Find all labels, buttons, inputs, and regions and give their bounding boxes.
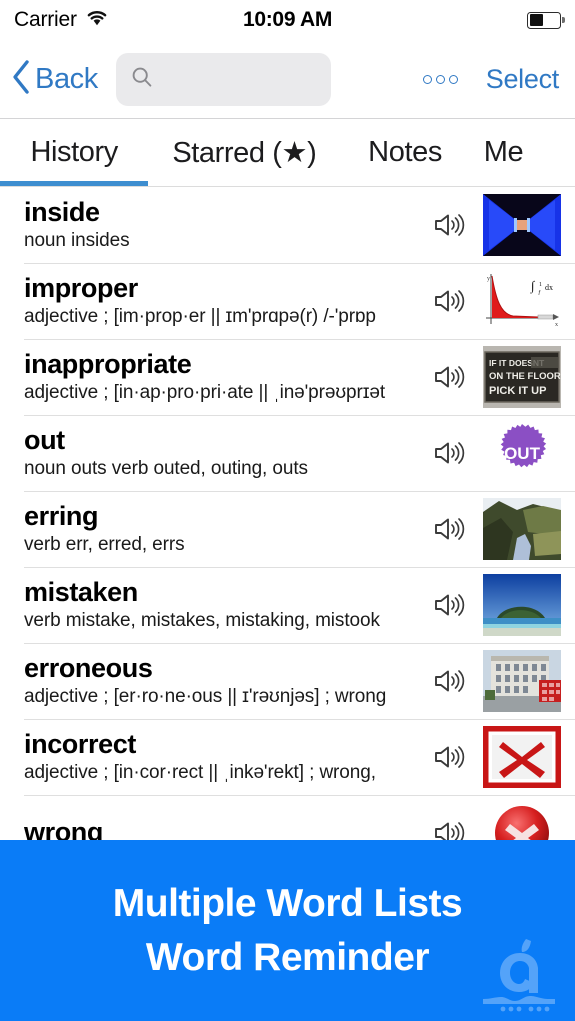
list-item[interactable]: improper adjective ; [im·prop·er || ɪm'p… [0,263,575,339]
thumbnail-image[interactable]: OUT [483,422,561,484]
word-title: incorrect [24,729,136,759]
tab-memorize-label: Me [483,136,524,168]
speaker-icon[interactable] [421,435,477,471]
thumbnail-image[interactable]: ∫ 1 ƒ dx y x [483,270,561,332]
svg-text:x: x [555,322,558,328]
search-field[interactable] [115,52,331,106]
select-button[interactable]: Select [486,64,560,95]
word-definition: verb err, erred, errs [24,534,185,556]
tab-bar: History Starred (★) Notes Me [0,118,575,186]
speaker-icon[interactable] [421,207,477,243]
wifi-icon [85,9,109,32]
speaker-icon[interactable] [421,359,477,395]
list-item[interactable]: out noun outs verb outed, outing, outs O… [0,415,575,491]
status-bar: Carrier 10:09 AM [0,0,575,40]
list-item[interactable]: incorrect adjective ; [in·cor·rect || ˌi… [0,719,575,795]
word-title: inappropriate [24,349,192,379]
search-bar[interactable] [115,52,331,106]
speaker-icon[interactable] [421,739,477,775]
word-text-block: improper adjective ; [im·prop·er || ɪm'p… [24,273,421,329]
tab-memorize[interactable]: Me [470,119,575,186]
word-text-block: inside noun insides [24,197,421,253]
svg-text:1: 1 [539,282,542,288]
svg-text:PICK IT UP: PICK IT UP [489,385,546,397]
navigation-bar: Back Select [0,40,575,118]
thumbnail-image[interactable] [483,194,561,256]
tab-notes-label: Notes [368,136,442,168]
status-bar-right [527,11,561,29]
tab-starred-label: Starred (★) [172,137,317,169]
word-text-block: incorrect adjective ; [in·cor·rect || ˌi… [24,729,421,785]
promo-line-2: Word Reminder [145,935,430,979]
thumbnail-image[interactable] [483,650,561,712]
promo-line-1: Multiple Word Lists [112,881,463,925]
svg-text:OUT: OUT [504,444,541,463]
thumbnail-image[interactable]: IF IT DOESNT ON THE FLOOR PICK IT UP [483,346,561,408]
word-title: erring [24,501,99,531]
list-item[interactable]: inappropriate adjective ; [in·ap·pro·pri… [0,339,575,415]
search-icon [130,65,154,94]
thumbnail-image[interactable] [483,726,561,788]
word-title: out [24,425,65,455]
tab-starred[interactable]: Starred (★) [148,119,340,186]
svg-text:ƒ: ƒ [538,290,541,296]
svg-text:dx: dx [545,283,553,292]
word-text-block: inappropriate adjective ; [in·ap·pro·pri… [24,349,421,405]
svg-text:y: y [487,276,490,282]
search-input[interactable] [161,68,317,90]
word-title: erroneous [24,653,153,683]
more-dot-1 [422,74,432,84]
list-item[interactable]: erring verb err, erred, errs [0,491,575,567]
chevron-left-icon [10,59,32,100]
word-definition: noun outs verb outed, outing, outs [24,458,308,480]
word-definition: adjective ; [in·ap·pro·pri·ate || ˌinə'p… [24,382,386,404]
sibapp-watermark-logo [477,927,563,1013]
word-text-block: out noun outs verb outed, outing, outs [24,425,421,481]
tab-history[interactable]: History [0,119,149,186]
thumbnail-image[interactable] [483,574,561,636]
speaker-icon[interactable] [421,587,477,623]
word-title: mistaken [24,577,138,607]
word-definition: noun insides [24,230,130,252]
list-item[interactable]: erroneous adjective ; [er·ro·ne·ous || ɪ… [0,643,575,719]
word-title: inside [24,197,100,227]
tab-notes[interactable]: Notes [340,119,469,186]
carrier-label: Carrier [14,8,77,31]
promo-banner[interactable]: Multiple Word Lists Word Reminder [0,840,575,1021]
back-button-label: Back [35,62,98,95]
word-list: inside noun insides improper adjective ;… [0,186,575,871]
word-text-block: mistaken verb mistake, mistakes, mistaki… [24,577,421,633]
speaker-icon[interactable] [421,511,477,547]
battery-icon [527,11,561,29]
word-definition: adjective ; [im·prop·er || ɪm'prɑpə(r) /… [24,306,376,328]
svg-text:ON THE FLOOR: ON THE FLOOR [489,371,561,382]
word-definition: adjective ; [in·cor·rect || ˌinkə'rekt] … [24,762,376,784]
list-item[interactable]: inside noun insides [0,187,575,263]
more-dot-3 [448,74,458,84]
more-dots-icon[interactable] [421,69,460,90]
more-dot-2 [435,74,445,84]
word-text-block: erroneous adjective ; [er·ro·ne·ous || ɪ… [24,653,421,709]
speaker-icon[interactable] [421,283,477,319]
thumbnail-image[interactable] [483,498,561,560]
list-item[interactable]: mistaken verb mistake, mistakes, mistaki… [0,567,575,643]
speaker-icon[interactable] [421,663,477,699]
word-title: improper [24,273,138,303]
battery-fill [529,14,543,26]
back-button[interactable]: Back [10,59,98,100]
tab-history-label: History [30,136,118,168]
word-text-block: erring verb err, erred, errs [24,501,421,557]
navigation-bar-right: Select [421,64,559,95]
status-bar-left: Carrier [14,8,109,32]
word-definition: adjective ; [er·ro·ne·ous || ɪ'rəʊnjəs] … [24,686,387,708]
word-definition: verb mistake, mistakes, mistaking, misto… [24,610,380,632]
